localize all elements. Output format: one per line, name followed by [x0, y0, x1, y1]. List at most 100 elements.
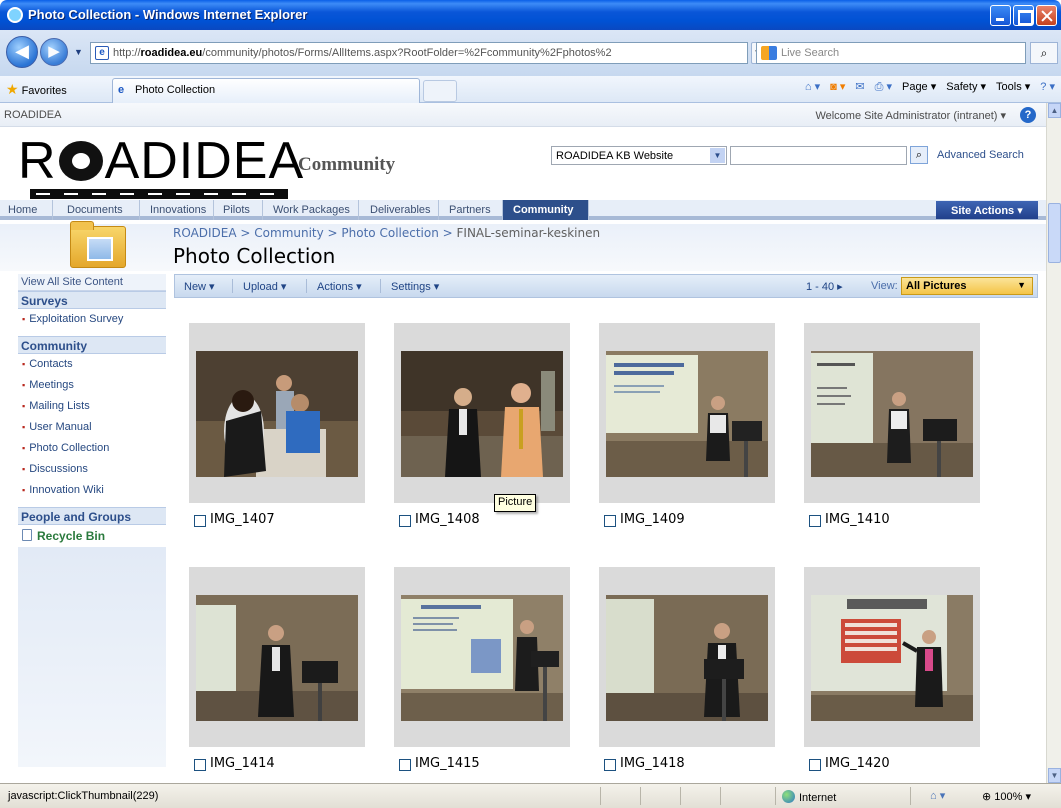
scroll-up-icon[interactable]: ▲ — [1048, 103, 1061, 118]
thumbnail-frame[interactable] — [189, 567, 365, 747]
scroll-down-icon[interactable]: ▼ — [1048, 768, 1061, 783]
site-search-input[interactable] — [730, 146, 907, 165]
breadcrumb-root[interactable]: ROADIDEA — [173, 226, 237, 240]
scroll-thumb[interactable] — [1048, 203, 1061, 263]
thumbnail-frame[interactable] — [394, 567, 570, 747]
thumbnail-frame[interactable] — [599, 567, 775, 747]
quick-launch-item-exploitation-survey[interactable]: Exploitation Survey — [18, 309, 166, 330]
protected-mode-icon[interactable]: ⌂ ▾ — [930, 789, 945, 802]
quick-launch-item-discussions[interactable]: Discussions — [18, 459, 166, 480]
thumbnail-name[interactable]: IMG_1408 — [415, 512, 480, 527]
select-checkbox[interactable] — [194, 759, 206, 771]
home-icon[interactable]: ⌂ ▾ — [805, 80, 820, 94]
safety-menu[interactable]: Safety ▾ — [946, 80, 986, 94]
address-bar[interactable]: e http://roadidea.eu/community/photos/For… — [90, 42, 748, 64]
advanced-search-link[interactable]: Advanced Search — [937, 149, 1024, 161]
site-actions-menu[interactable]: Site Actions ▾ — [936, 201, 1038, 219]
welcome-menu[interactable]: Welcome Site Administrator (intranet) ▾ — [815, 109, 1006, 122]
select-checkbox[interactable] — [809, 515, 821, 527]
view-selector[interactable]: All Pictures ▼ — [901, 277, 1033, 295]
thumbnail-name[interactable]: IMG_1409 — [620, 512, 685, 527]
breadcrumb-community[interactable]: Community — [254, 226, 323, 240]
maximize-button[interactable] — [1013, 5, 1034, 26]
select-checkbox[interactable] — [399, 759, 411, 771]
photo-thumbnail[interactable] — [196, 351, 358, 477]
photo-thumbnail[interactable] — [401, 351, 563, 477]
settings-menu[interactable]: Settings ▾ — [391, 280, 439, 293]
thumbnail-frame[interactable] — [189, 323, 365, 503]
select-checkbox[interactable] — [194, 515, 206, 527]
quick-launch-header-community[interactable]: Community — [18, 336, 166, 354]
site-name-link[interactable]: ROADIDEA — [4, 109, 61, 121]
tab-pilots[interactable]: Pilots — [214, 200, 263, 220]
site-logo[interactable]: R ADIDEA — [18, 131, 304, 191]
thumbnail-name[interactable]: IMG_1418 — [620, 756, 685, 771]
breadcrumb-photo-collection[interactable]: Photo Collection — [341, 226, 438, 240]
thumbnail-name[interactable]: IMG_1414 — [210, 756, 275, 771]
security-zone[interactable]: Internet — [782, 790, 836, 804]
quick-launch-item-contacts[interactable]: Contacts — [18, 354, 166, 375]
thumbnail-frame[interactable] — [394, 323, 570, 503]
recycle-bin-link[interactable]: Recycle Bin — [18, 525, 166, 547]
zoom-level[interactable]: ⊕ 100% ▾ — [982, 790, 1031, 803]
new-tab-button[interactable] — [423, 80, 457, 102]
chevron-down-icon[interactable]: ▼ — [710, 148, 725, 163]
new-menu[interactable]: New ▾ — [184, 280, 215, 293]
thumbnail-name[interactable]: IMG_1410 — [825, 512, 890, 527]
photo-thumbnail[interactable] — [811, 351, 973, 477]
select-checkbox[interactable] — [604, 515, 616, 527]
photo-thumbnail[interactable] — [811, 595, 973, 721]
feeds-icon[interactable]: ◙ ▾ — [830, 80, 845, 94]
quick-launch-item-meetings[interactable]: Meetings — [18, 375, 166, 396]
favorites-button[interactable]: ★ Favorites — [6, 81, 67, 98]
tab-deliverables[interactable]: Deliverables — [359, 200, 439, 220]
quick-launch-item-photo-collection[interactable]: Photo Collection — [18, 438, 166, 459]
quick-launch-item-user-manual[interactable]: User Manual — [18, 417, 166, 438]
upload-menu[interactable]: Upload ▾ — [243, 280, 286, 293]
thumbnail-frame[interactable] — [599, 323, 775, 503]
photo-thumbnail[interactable] — [196, 595, 358, 721]
quick-launch-item-innovation-wiki[interactable]: Innovation Wiki — [18, 480, 166, 501]
thumbnail-frame[interactable] — [804, 323, 980, 503]
tab-community[interactable]: Community — [503, 200, 589, 220]
forward-button[interactable]: ▶ — [40, 38, 68, 66]
page-scrollbar[interactable]: ▲ ▼ — [1046, 103, 1061, 783]
thumbnail-name[interactable]: IMG_1415 — [415, 756, 480, 771]
photo-thumbnail[interactable] — [606, 351, 768, 477]
search-go-icon[interactable]: ⌕ — [1030, 42, 1058, 64]
thumbnail-name[interactable]: IMG_1407 — [210, 512, 275, 527]
site-search-go-icon[interactable]: ⌕ — [910, 146, 928, 164]
help-icon[interactable]: ? — [1020, 107, 1036, 123]
select-checkbox[interactable] — [809, 759, 821, 771]
help-icon[interactable]: ? ▾ — [1040, 80, 1055, 94]
mail-icon[interactable]: ✉ — [855, 80, 864, 94]
window-title-bar[interactable]: Photo Collection - Windows Internet Expl… — [0, 0, 1061, 30]
select-checkbox[interactable] — [399, 515, 411, 527]
minimize-button[interactable] — [990, 5, 1011, 26]
close-window-button[interactable] — [1036, 5, 1057, 26]
tab-photo-collection[interactable]: e Photo Collection — [112, 78, 420, 103]
tools-menu[interactable]: Tools ▾ — [996, 80, 1030, 94]
tab-partners[interactable]: Partners — [439, 200, 503, 220]
history-dropdown-icon[interactable]: ▼ — [74, 47, 83, 57]
page-menu[interactable]: Page ▾ — [902, 80, 936, 94]
tab-documents[interactable]: Documents — [53, 200, 140, 220]
photo-thumbnail[interactable] — [606, 595, 768, 721]
quick-launch-header-surveys[interactable]: Surveys — [18, 291, 166, 309]
tab-home[interactable]: Home — [0, 200, 53, 220]
photo-thumbnail[interactable] — [401, 595, 563, 721]
quick-launch-item-mailing-lists[interactable]: Mailing Lists — [18, 396, 166, 417]
search-scope-select[interactable]: ROADIDEA KB Website ▼ — [551, 146, 727, 165]
thumbnail-frame[interactable] — [804, 567, 980, 747]
live-search-input[interactable]: Live Search — [756, 42, 1026, 64]
print-icon[interactable]: ⎙ ▾ — [875, 80, 892, 94]
thumbnail-name[interactable]: IMG_1420 — [825, 756, 890, 771]
tab-work-packages[interactable]: Work Packages — [263, 200, 359, 220]
select-checkbox[interactable] — [604, 759, 616, 771]
view-all-site-content-link[interactable]: View All Site Content — [18, 274, 166, 291]
back-button[interactable]: ◀ — [6, 36, 38, 68]
tab-innovations[interactable]: Innovations — [140, 200, 214, 220]
actions-menu[interactable]: Actions ▾ — [317, 280, 362, 293]
quick-launch-header-people-and-groups[interactable]: People and Groups — [18, 507, 166, 525]
paging-range[interactable]: 1 - 40 ▸ — [806, 280, 843, 293]
